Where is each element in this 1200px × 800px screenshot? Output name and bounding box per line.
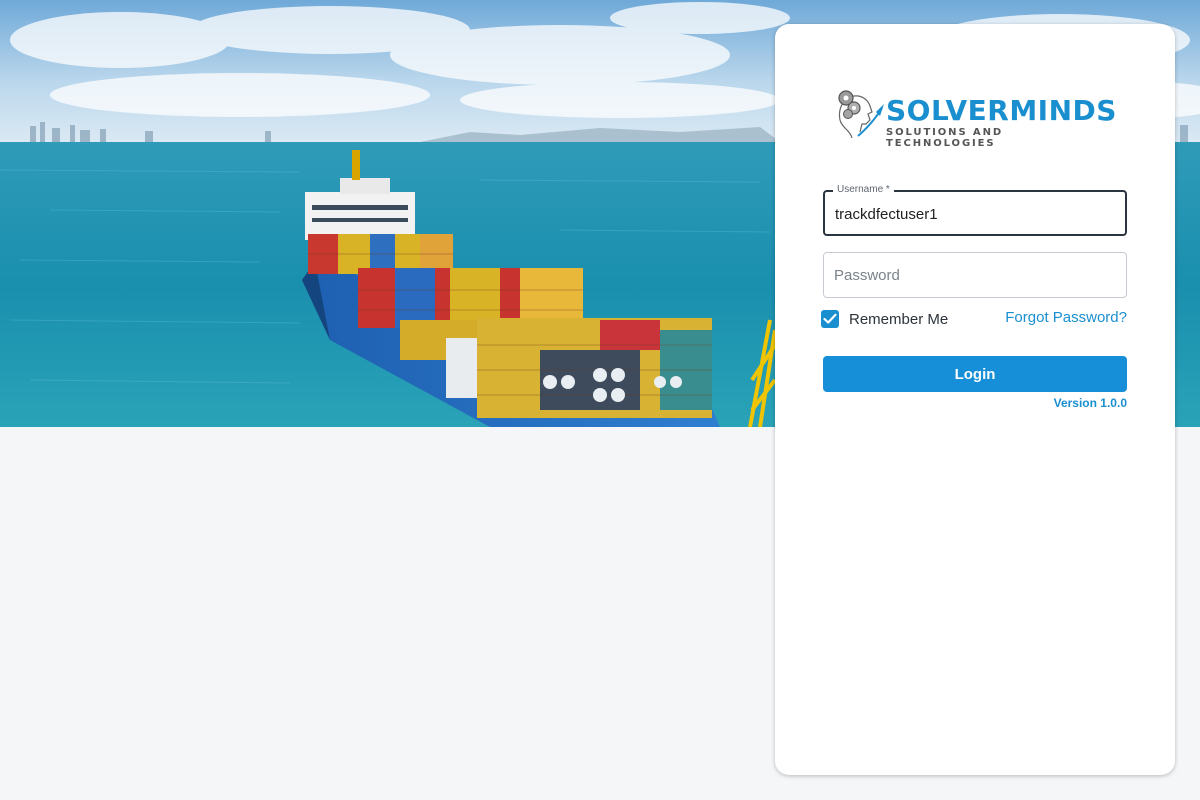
username-field[interactable]: Username * — [823, 184, 1127, 236]
login-button[interactable]: Login — [823, 356, 1127, 392]
password-field[interactable] — [823, 252, 1127, 298]
remember-me-label[interactable]: Remember Me — [849, 311, 948, 328]
brand-text: SOLVERMINDS SOLUTIONS AND TECHNOLOGIES — [886, 94, 1117, 150]
login-card: SOLVERMINDS SOLUTIONS AND TECHNOLOGIES U… — [775, 24, 1175, 775]
password-input[interactable] — [834, 253, 1116, 297]
brand-name: SOLVERMINDS — [886, 94, 1117, 127]
version-label: Version 1.0.0 — [1053, 396, 1127, 410]
checkbox-checked-icon[interactable] — [821, 310, 839, 328]
forgot-password-link[interactable]: Forgot Password? — [1005, 309, 1127, 326]
remember-me-checkbox[interactable]: Remember Me — [821, 309, 948, 329]
brand-logo: SOLVERMINDS SOLUTIONS AND TECHNOLOGIES — [832, 86, 1116, 149]
brand-tagline: SOLUTIONS AND TECHNOLOGIES — [886, 127, 1004, 149]
username-input[interactable] — [835, 193, 1115, 235]
gear-head-icon — [838, 90, 884, 139]
